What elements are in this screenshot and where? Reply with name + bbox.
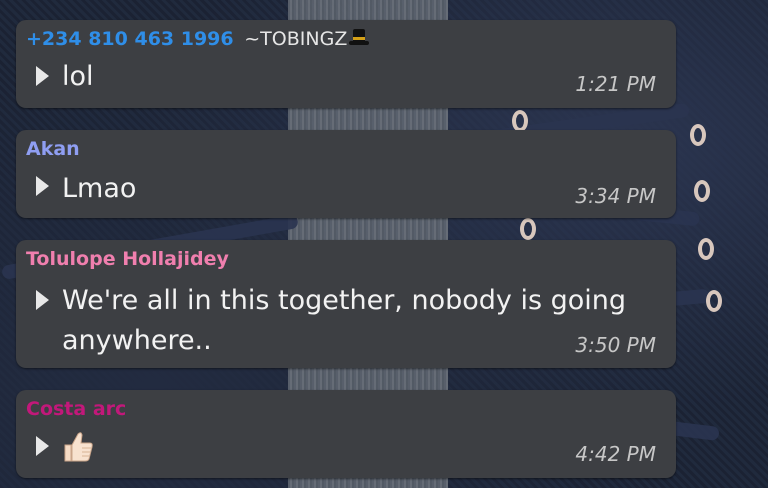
play-triangle-icon — [36, 176, 49, 196]
sender-phone-number[interactable]: +234 810 463 1996 — [26, 28, 234, 50]
wallpaper-eyelet — [512, 110, 528, 132]
wallpaper-eyelet — [520, 218, 536, 240]
message-text-line-2: anywhere.. — [62, 325, 212, 356]
message-timestamp: 3:34 PM — [575, 184, 656, 208]
message-sender[interactable]: Costa arc — [26, 398, 126, 420]
message-sender[interactable]: +234 810 463 1996 ~TOBINGZ — [26, 28, 370, 50]
thumbs-up-icon — [64, 432, 93, 462]
message-sender[interactable]: Tolulope Hollajidey — [26, 248, 229, 270]
message-bubble[interactable]: Costa arc 4:42 PM — [16, 390, 676, 478]
message-text-line-1: We're all in this together, nobody is go… — [62, 285, 627, 316]
top-hat-icon — [349, 29, 370, 47]
message-text: lol — [62, 61, 94, 92]
message-text: Lmao — [62, 173, 137, 204]
message-bubble[interactable]: Tolulope Hollajidey We're all in this to… — [16, 240, 676, 368]
message-timestamp: 1:21 PM — [575, 72, 656, 96]
play-triangle-icon — [36, 290, 49, 310]
message-bubble[interactable]: +234 810 463 1996 ~TOBINGZ lol 1:21 PM — [16, 20, 676, 108]
wallpaper-eyelet — [690, 124, 706, 146]
message-timestamp: 4:42 PM — [575, 442, 656, 466]
play-triangle-icon — [36, 66, 49, 86]
wallpaper-eyelet — [694, 180, 710, 202]
wallpaper-eyelet — [706, 290, 722, 312]
play-triangle-icon — [36, 436, 49, 456]
wallpaper-eyelet — [698, 238, 714, 260]
message-bubble[interactable]: Akan Lmao 3:34 PM — [16, 130, 676, 218]
message-sender[interactable]: Akan — [26, 138, 80, 160]
sender-alias: ~TOBINGZ — [244, 28, 348, 50]
message-timestamp: 3:50 PM — [575, 333, 656, 357]
